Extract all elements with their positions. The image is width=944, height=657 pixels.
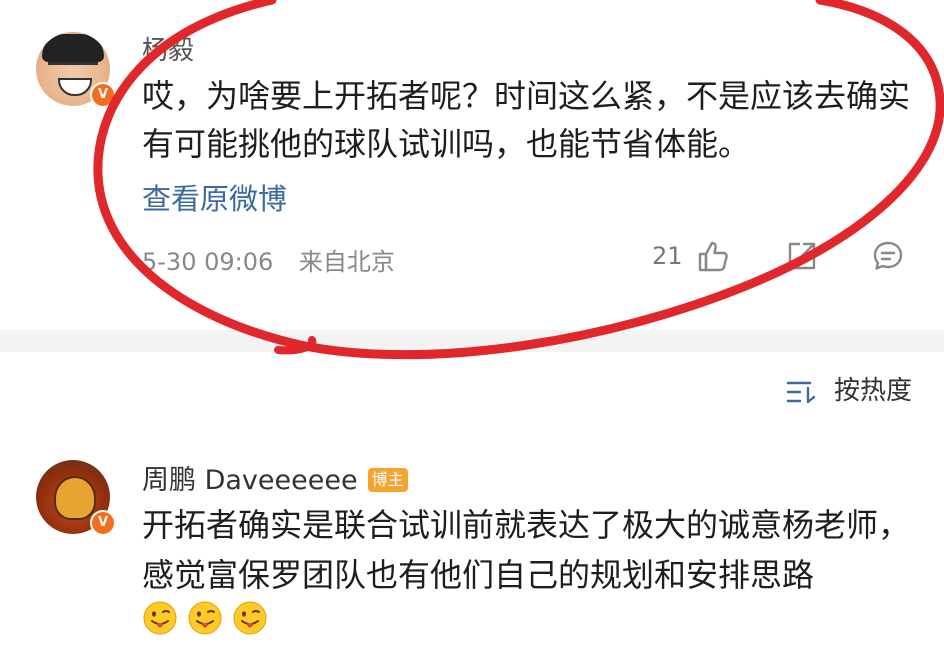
section-divider — [0, 330, 944, 352]
location: 来自北京 — [298, 248, 395, 276]
tongue-emoji-icon — [233, 601, 267, 635]
timestamp: 5-30 09:06 — [142, 248, 274, 276]
comment-text: 哎，为啥要上开拓者呢？时间这么紧，不是应该去确实有可能挑他的球队试训吗，也能节省… — [142, 77, 911, 163]
share-icon[interactable] — [784, 238, 820, 274]
thumbs-up-icon[interactable] — [694, 238, 730, 274]
comment-card: V 杨毅 哎，为啥要上开拓者呢？时间这么紧，不是应该去确实有可能挑他的球队试训吗… — [0, 0, 944, 330]
author-badge: 博主 — [367, 468, 408, 492]
like-count: 21 — [652, 242, 683, 270]
username[interactable]: 杨毅 — [142, 30, 194, 67]
sort-label: 按热度 — [833, 376, 912, 406]
view-original-link[interactable]: 查看原微博 — [142, 176, 287, 218]
comment-meta: 5-30 09:06 来自北京 — [142, 242, 395, 277]
comment-text: 开拓者确实是联合试训前就表达了极大的诚意杨老师，感觉富保罗团队也有他们自己的规划… — [142, 506, 911, 594]
sort-by-hot-button[interactable]: 按热度 — [786, 370, 912, 407]
verified-badge-icon: V — [90, 82, 116, 108]
avatar[interactable]: V — [36, 460, 116, 536]
username-text: 周鹏 Daveeeeee — [142, 465, 358, 496]
tongue-emoji-icon — [188, 601, 222, 635]
username[interactable]: 周鹏 Daveeeeee 博主 — [142, 458, 408, 497]
sort-icon — [786, 381, 816, 403]
verified-badge-icon: V — [90, 510, 116, 536]
tongue-emoji-icon — [143, 601, 177, 635]
comment-icon[interactable] — [870, 238, 906, 274]
emoji-row — [142, 600, 272, 636]
avatar[interactable]: V — [36, 32, 116, 108]
